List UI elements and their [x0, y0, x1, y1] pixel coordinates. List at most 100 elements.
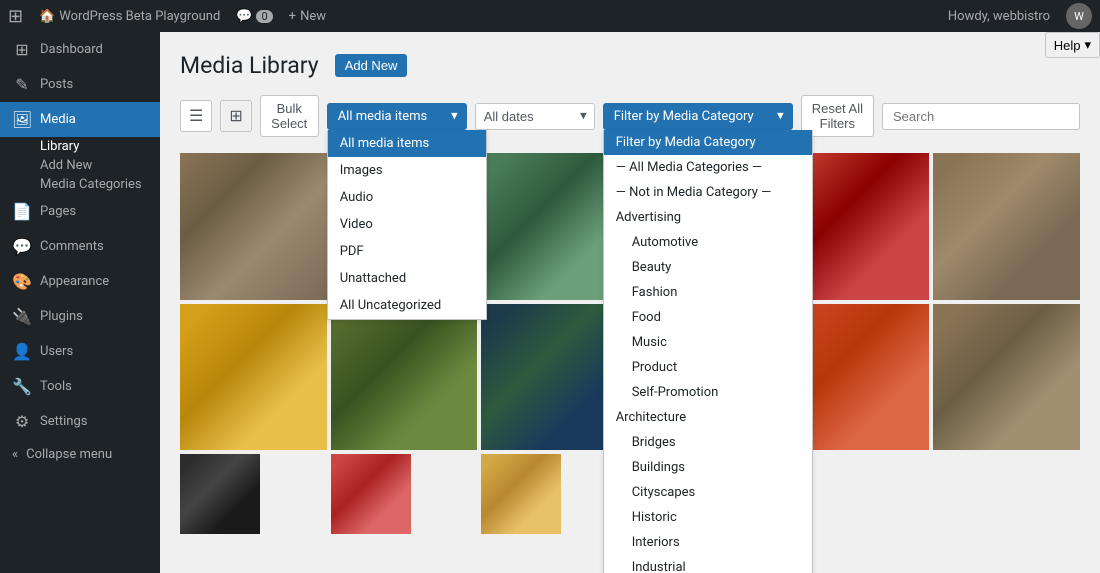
- sidebar-label-tools: Tools: [40, 379, 72, 394]
- help-area: Help ▾: [1045, 32, 1100, 58]
- dashboard-icon: ⊞: [12, 40, 32, 59]
- toolbar: ☰ ⊞ Bulk Select All media items ▾ All me…: [180, 95, 1080, 137]
- sidebar-item-dashboard[interactable]: ⊞ Dashboard: [0, 32, 160, 67]
- posts-icon: ✎: [12, 75, 32, 94]
- media-items-arrow-icon: ▾: [451, 109, 458, 124]
- add-new-button[interactable]: Add New: [335, 54, 408, 77]
- sidebar-label-settings: Settings: [40, 414, 87, 429]
- cat-item-not-in-category[interactable]: — Not in Media Category —: [604, 180, 812, 205]
- sidebar-label-posts: Posts: [40, 77, 73, 92]
- sidebar-item-comments[interactable]: 💬 Comments: [0, 229, 160, 264]
- media-item[interactable]: [933, 153, 1080, 300]
- sidebar-label-plugins: Plugins: [40, 309, 83, 324]
- media-item[interactable]: [331, 454, 411, 534]
- new-link[interactable]: + New: [289, 9, 326, 24]
- cat-item-product[interactable]: Product: [604, 355, 812, 380]
- media-item[interactable]: [933, 304, 1080, 451]
- dropdown-item-unattached[interactable]: Unattached: [328, 265, 486, 292]
- cat-item-industrial[interactable]: Industrial: [604, 555, 812, 573]
- sidebar-sub-add-new[interactable]: Add New: [0, 156, 160, 175]
- media-items-value: All media items: [338, 109, 428, 124]
- dropdown-item-video[interactable]: Video: [328, 211, 486, 238]
- category-select-wrapper: Filter by Media Category ▾ Filter by Med…: [603, 103, 793, 130]
- comments-count: 0: [256, 10, 272, 23]
- cat-item-header[interactable]: Filter by Media Category: [604, 130, 812, 155]
- home-icon: 🏠: [39, 9, 55, 24]
- site-name-link[interactable]: 🏠 WordPress Beta Playground: [39, 9, 220, 24]
- dropdown-item-images[interactable]: Images: [328, 157, 486, 184]
- cat-item-buildings[interactable]: Buildings: [604, 455, 812, 480]
- help-arrow-icon: ▾: [1084, 37, 1091, 53]
- dropdown-item-audio[interactable]: Audio: [328, 184, 486, 211]
- dropdown-item-all-uncategorized[interactable]: All Uncategorized: [328, 292, 486, 319]
- howdy-text: Howdy, webbistro: [948, 9, 1050, 24]
- media-items-select[interactable]: All media items ▾: [327, 103, 467, 130]
- category-select[interactable]: Filter by Media Category ▾: [603, 103, 793, 130]
- sidebar-item-media[interactable]: 🖼 Media: [0, 102, 160, 137]
- help-button[interactable]: Help ▾: [1045, 32, 1100, 58]
- sidebar-label-media: Media: [40, 112, 76, 127]
- cat-item-architecture[interactable]: Architecture: [604, 405, 812, 430]
- collapse-menu-button[interactable]: « Collapse menu: [0, 439, 160, 470]
- sidebar-item-plugins[interactable]: 🔌 Plugins: [0, 299, 160, 334]
- admin-bar: ⊞ 🏠 WordPress Beta Playground 💬 0 + New …: [0, 0, 1100, 32]
- sidebar-label-pages: Pages: [40, 204, 76, 219]
- main-content: Help ▾ Media Library Add New ☰ ⊞ Bulk Se…: [160, 32, 1100, 573]
- cat-item-fashion[interactable]: Fashion: [604, 280, 812, 305]
- sidebar-label-appearance: Appearance: [40, 274, 109, 289]
- dropdown-item-pdf[interactable]: PDF: [328, 238, 486, 265]
- wp-logo-icon: ⊞: [8, 6, 23, 27]
- grid-view-button[interactable]: ⊞: [220, 100, 251, 132]
- page-title: Media Library: [180, 52, 319, 79]
- list-view-button[interactable]: ☰: [180, 100, 212, 132]
- sidebar-item-appearance[interactable]: 🎨 Appearance: [0, 264, 160, 299]
- sidebar-sub-media-categories[interactable]: Media Categories: [0, 175, 160, 194]
- sidebar-label-users: Users: [40, 344, 73, 359]
- media-items-dropdown: All media items Images Audio Video PDF U…: [327, 130, 487, 320]
- plugins-icon: 🔌: [12, 307, 32, 326]
- sidebar-item-settings[interactable]: ⚙ Settings: [0, 404, 160, 439]
- all-dates-wrapper: All dates: [475, 103, 595, 130]
- bulk-select-button[interactable]: Bulk Select: [260, 95, 319, 137]
- collapse-label: Collapse menu: [26, 447, 112, 462]
- media-item[interactable]: [180, 454, 260, 534]
- media-items-dropdown-wrapper: All media items ▾ All media items Images…: [327, 103, 467, 130]
- cat-item-historic[interactable]: Historic: [604, 505, 812, 530]
- page-header: Media Library Add New: [180, 52, 1080, 79]
- users-icon: 👤: [12, 342, 32, 361]
- cat-item-food[interactable]: Food: [604, 305, 812, 330]
- sidebar-item-tools[interactable]: 🔧 Tools: [0, 369, 160, 404]
- avatar: W: [1066, 3, 1092, 29]
- sidebar-item-pages[interactable]: 📄 Pages: [0, 194, 160, 229]
- cat-item-cityscapes[interactable]: Cityscapes: [604, 480, 812, 505]
- media-item[interactable]: [331, 304, 478, 451]
- media-item[interactable]: [180, 304, 327, 451]
- site-name: WordPress Beta Playground: [59, 9, 220, 24]
- new-label: New: [300, 9, 326, 24]
- sidebar: ⊞ Dashboard ✎ Posts 🖼 Media Library Add …: [0, 32, 160, 573]
- cat-item-interiors[interactable]: Interiors: [604, 530, 812, 555]
- comments-link[interactable]: 💬 0: [236, 9, 272, 24]
- cat-item-music[interactable]: Music: [604, 330, 812, 355]
- category-dropdown: Filter by Media Category — All Media Cat…: [603, 130, 813, 573]
- cat-item-bridges[interactable]: Bridges: [604, 430, 812, 455]
- sidebar-label-comments: Comments: [40, 239, 104, 254]
- cat-item-automotive[interactable]: Automotive: [604, 230, 812, 255]
- sidebar-item-posts[interactable]: ✎ Posts: [0, 67, 160, 102]
- sidebar-item-users[interactable]: 👤 Users: [0, 334, 160, 369]
- cat-item-self-promotion[interactable]: Self-Promotion: [604, 380, 812, 405]
- category-select-label: Filter by Media Category: [614, 109, 754, 124]
- cat-item-all-categories[interactable]: — All Media Categories —: [604, 155, 812, 180]
- cat-item-advertising[interactable]: Advertising: [604, 205, 812, 230]
- media-icon: 🖼: [12, 110, 32, 129]
- search-input[interactable]: [882, 103, 1080, 130]
- sidebar-label-dashboard: Dashboard: [40, 42, 103, 57]
- all-dates-select[interactable]: All dates: [475, 103, 595, 130]
- plus-icon: +: [289, 9, 296, 24]
- media-item[interactable]: [481, 454, 561, 534]
- tools-icon: 🔧: [12, 377, 32, 396]
- dropdown-item-all-media[interactable]: All media items: [328, 130, 486, 157]
- media-item[interactable]: [180, 153, 327, 300]
- cat-item-beauty[interactable]: Beauty: [604, 255, 812, 280]
- sidebar-sub-library[interactable]: Library: [0, 137, 160, 156]
